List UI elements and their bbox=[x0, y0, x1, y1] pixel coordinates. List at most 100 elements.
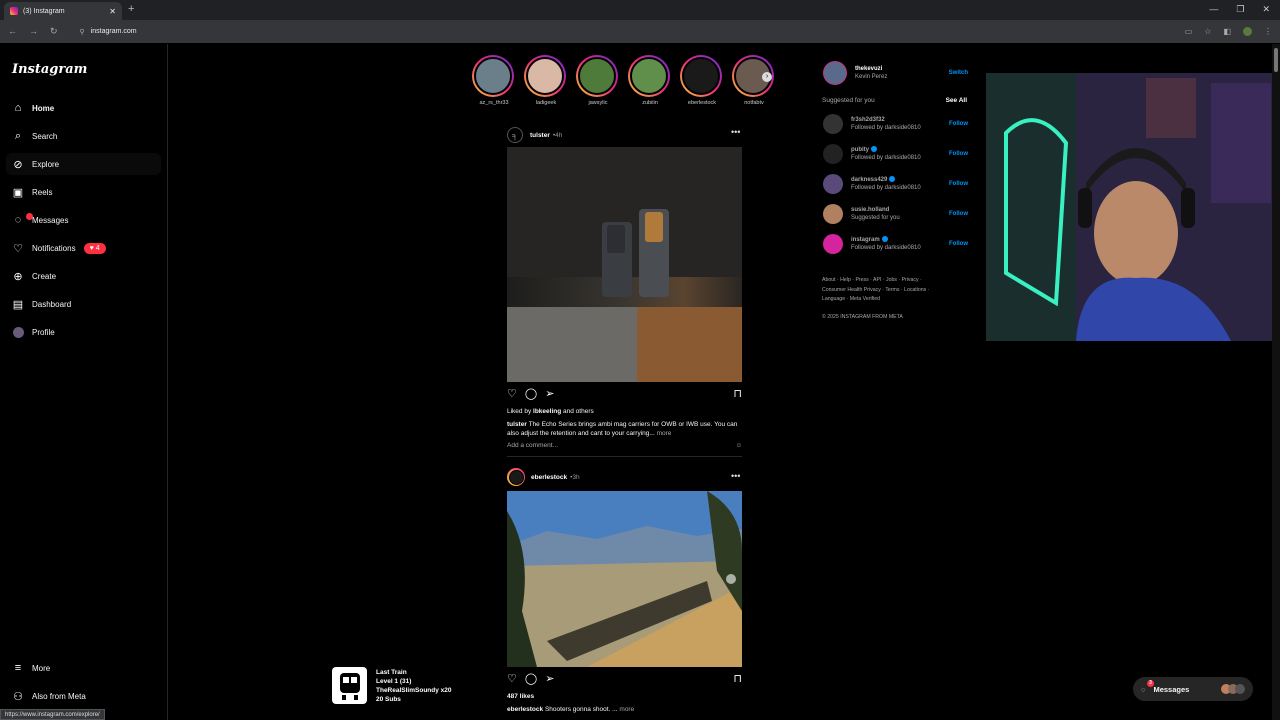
window-controls: — ❐ ✕ bbox=[1209, 4, 1270, 15]
verified-icon bbox=[871, 146, 877, 153]
suggestion-row: susie.holland Suggested for you Follow bbox=[823, 202, 968, 226]
avatar[interactable] bbox=[823, 174, 843, 194]
like-icon[interactable]: ♡ bbox=[507, 387, 517, 400]
hamburger-menu-icon: ≡ bbox=[14, 662, 22, 674]
post-header: eberlestock • 3h bbox=[507, 468, 580, 486]
webcam-overlay bbox=[986, 73, 1280, 341]
verified-icon bbox=[889, 176, 896, 183]
story-ring bbox=[472, 55, 514, 97]
close-tab-icon[interactable]: ✕ bbox=[109, 7, 116, 16]
instagram-logo[interactable]: Instagram bbox=[12, 62, 87, 77]
new-tab-button[interactable]: + bbox=[128, 3, 134, 15]
comment-icon[interactable]: ◯ bbox=[525, 387, 537, 400]
message-avatars bbox=[1221, 684, 1245, 694]
reload-icon[interactable]: ↻ bbox=[50, 26, 58, 37]
post-username[interactable]: tulster bbox=[530, 132, 550, 139]
story-item[interactable]: az_rs_thr33 bbox=[472, 55, 516, 106]
carousel-next-icon[interactable] bbox=[726, 574, 736, 584]
browser-tab[interactable]: (3) Instagram ✕ bbox=[4, 2, 122, 20]
post-image[interactable] bbox=[507, 147, 742, 382]
maximize-icon[interactable]: ❐ bbox=[1236, 4, 1244, 15]
site-info-icon[interactable]: ⚲ bbox=[80, 28, 85, 36]
avatar bbox=[12, 326, 24, 338]
story-ring bbox=[576, 55, 618, 97]
story-avatar bbox=[526, 57, 564, 95]
scrollbar[interactable] bbox=[1272, 44, 1280, 720]
scrollbar-thumb[interactable] bbox=[1274, 48, 1278, 72]
follow-button[interactable]: Follow bbox=[949, 121, 968, 127]
avatar[interactable] bbox=[823, 234, 843, 254]
switch-button[interactable]: Switch bbox=[949, 70, 968, 76]
compass-icon: ⊘ bbox=[13, 158, 23, 171]
sidebar-item-more[interactable]: ≡ More bbox=[6, 657, 161, 679]
emoji-icon[interactable]: ☺ bbox=[735, 441, 742, 450]
bookmark-icon[interactable]: ⊓ bbox=[733, 387, 742, 400]
profile-icon[interactable] bbox=[1243, 27, 1252, 36]
close-window-icon[interactable]: ✕ bbox=[1262, 4, 1270, 15]
sidebar-item-home[interactable]: ⌂ Home bbox=[6, 97, 161, 119]
instagram-favicon bbox=[10, 7, 18, 15]
follow-button[interactable]: Follow bbox=[949, 241, 968, 247]
minimize-icon[interactable]: — bbox=[1209, 4, 1218, 15]
avatar[interactable] bbox=[823, 61, 847, 85]
copyright: © 2025 INSTAGRAM FROM META bbox=[822, 313, 903, 320]
post-avatar[interactable] bbox=[507, 468, 525, 486]
suggested-header: Suggested for you See All bbox=[822, 97, 967, 104]
post-image[interactable] bbox=[507, 491, 742, 667]
story-item[interactable]: jawsylic bbox=[576, 55, 620, 106]
url-field[interactable]: ⚲ instagram.com bbox=[72, 24, 145, 39]
sidebar-item-also-from-meta[interactable]: ⚇ Also from Meta bbox=[6, 685, 161, 707]
back-icon[interactable]: ← bbox=[8, 26, 17, 37]
footer-links: About · Help · Press · API · Jobs · Priv… bbox=[822, 276, 972, 322]
sidebar-item-explore[interactable]: ⊘ Explore bbox=[6, 153, 161, 175]
sidebar-item-notifications[interactable]: ♡ Notifications ♥ 4 bbox=[6, 237, 161, 259]
story-username: jawsylic bbox=[588, 100, 608, 106]
avatar[interactable] bbox=[823, 144, 843, 164]
see-all-link[interactable]: See All bbox=[946, 97, 967, 104]
comment-icon[interactable]: ◯ bbox=[525, 672, 537, 685]
story-item[interactable]: ladigeek bbox=[524, 55, 568, 106]
share-icon[interactable]: ➢ bbox=[545, 387, 554, 400]
sidebar-item-create[interactable]: ⊕ Create bbox=[6, 265, 161, 287]
liked-by-user[interactable]: lbkeeling bbox=[533, 408, 561, 415]
story-item[interactable]: eberlestock bbox=[680, 55, 724, 106]
browser-tab-bar: (3) Instagram ✕ + — ❐ ✕ bbox=[0, 0, 1280, 20]
avatar[interactable] bbox=[823, 204, 843, 224]
sidebar-item-messages[interactable]: ◌ Messages bbox=[6, 209, 161, 231]
notifications-badge: ♥ 4 bbox=[83, 242, 106, 254]
bookmark-icon[interactable]: ⊓ bbox=[733, 672, 742, 685]
sidebar-item-profile[interactable]: Profile bbox=[6, 321, 161, 343]
home-icon: ⌂ bbox=[14, 102, 22, 114]
like-icon[interactable]: ♡ bbox=[507, 672, 517, 685]
train-icon bbox=[332, 667, 367, 704]
share-icon[interactable]: ➢ bbox=[545, 672, 554, 685]
post-time: 3h bbox=[572, 473, 580, 481]
sidebar-item-reels[interactable]: ▣ Reels bbox=[6, 181, 161, 203]
cast-icon[interactable]: ▭ bbox=[1185, 27, 1193, 36]
extensions-icon[interactable]: ◧ bbox=[1223, 27, 1231, 36]
comment-input[interactable]: Add a comment... ☺ bbox=[507, 441, 742, 450]
forward-icon[interactable]: → bbox=[29, 26, 38, 37]
post-likes[interactable]: 487 likes bbox=[507, 692, 742, 701]
story-username: az_rs_thr33 bbox=[479, 100, 509, 106]
more-link[interactable]: more bbox=[657, 430, 672, 437]
post-options-icon[interactable]: ••• bbox=[731, 471, 740, 481]
post-username[interactable]: eberlestock bbox=[531, 474, 567, 481]
follow-button[interactable]: Follow bbox=[949, 181, 968, 187]
sidebar-item-dashboard[interactable]: ▤ Dashboard bbox=[6, 293, 161, 315]
more-link[interactable]: more bbox=[619, 706, 634, 713]
post-avatar[interactable]: ╕ bbox=[507, 127, 523, 143]
stories-next-icon[interactable]: › bbox=[762, 72, 772, 82]
messages-pill[interactable]: ◌ 3 Messages bbox=[1133, 677, 1253, 701]
sidebar-item-search[interactable]: ⌕ Search bbox=[6, 125, 161, 147]
post-caption: tulster The Echo Series brings ambi mag … bbox=[507, 421, 738, 437]
story-item[interactable]: zubiiin bbox=[628, 55, 672, 106]
post-options-icon[interactable]: ••• bbox=[731, 127, 740, 137]
dashboard-icon: ▤ bbox=[12, 298, 24, 311]
bookmark-star-icon[interactable]: ☆ bbox=[1204, 27, 1211, 36]
current-user: thekevuzi Kevin Perez Switch bbox=[823, 60, 968, 86]
avatar[interactable] bbox=[823, 114, 843, 134]
follow-button[interactable]: Follow bbox=[949, 151, 968, 157]
follow-button[interactable]: Follow bbox=[949, 211, 968, 217]
menu-icon[interactable]: ⋮ bbox=[1264, 27, 1272, 36]
